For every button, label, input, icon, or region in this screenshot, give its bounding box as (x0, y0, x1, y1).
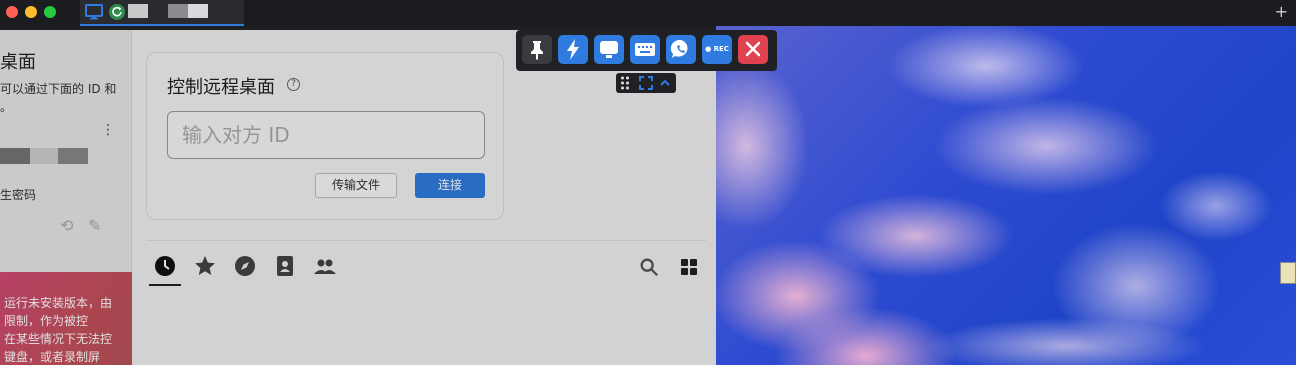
discovered-icon[interactable] (233, 254, 257, 278)
action-button[interactable] (558, 35, 588, 64)
left-panel-description: 可以通过下面的 ID 和 。 (0, 80, 132, 116)
warning-line: 在某些情况下无法控 (4, 332, 113, 346)
description-line: 。 (0, 100, 13, 114)
action-icon (567, 39, 579, 60)
window-titlebar: + (0, 0, 1296, 26)
control-remote-title: 控制远程桌面 (167, 77, 275, 98)
pin-icon (531, 41, 543, 60)
toolbar-handle (616, 73, 676, 93)
search-icon[interactable] (638, 256, 660, 278)
connect-button[interactable]: 连接 (415, 173, 485, 198)
warning-line: 运行未安装版本，由 (4, 296, 113, 310)
more-icon[interactable]: ⋮ (101, 122, 115, 138)
close-icon (745, 41, 761, 57)
remote-app-window: 桌面 可以通过下面的 ID 和 。 ⋮ 生密码 ⟲ ✎ 运行未安装版本，由 限制… (0, 30, 716, 365)
warning-banner: 运行未安装版本，由 限制，作为被控 在某些情况下无法控 键盘，或者录制屏 (0, 272, 132, 365)
refresh-icon[interactable]: ⟲ (60, 216, 73, 235)
display-button[interactable] (594, 35, 624, 64)
session-tab[interactable] (80, 0, 244, 26)
minimize-window-button[interactable] (25, 6, 37, 18)
remote-desktop-wallpaper[interactable] (716, 26, 1296, 365)
close-window-button[interactable] (6, 6, 18, 18)
left-panel: 桌面 可以通过下面的 ID 和 。 ⋮ 生密码 ⟲ ✎ 运行未安装版本，由 限制… (0, 30, 132, 365)
group-icon[interactable] (313, 254, 337, 278)
warning-line: 限制，作为被控 (4, 314, 89, 328)
edit-icon[interactable]: ✎ (88, 216, 101, 235)
help-icon[interactable]: ? (287, 78, 300, 91)
fullscreen-icon[interactable] (639, 76, 653, 90)
display-icon (600, 41, 618, 58)
redacted-id (58, 148, 88, 164)
keyboard-button[interactable] (630, 35, 660, 64)
active-tab-indicator (149, 284, 181, 286)
redacted-tab-text (168, 4, 188, 18)
redacted-tab-text (188, 4, 208, 18)
favorites-icon[interactable] (193, 254, 217, 278)
monitor-icon (85, 4, 103, 20)
redacted-tab-text (128, 4, 148, 18)
desktop-file-icon[interactable] (1280, 262, 1296, 284)
address-book-icon[interactable] (273, 254, 297, 278)
redacted-id (0, 148, 30, 164)
collapse-toolbar-icon[interactable] (659, 77, 671, 89)
session-toolbar: ● REC (516, 30, 777, 71)
recent-sessions-icon[interactable] (153, 254, 177, 278)
description-line: 可以通过下面的 ID 和 (0, 82, 117, 96)
chat-icon (670, 39, 688, 58)
chat-button[interactable] (666, 35, 696, 64)
divider (146, 240, 706, 241)
pin-toolbar-button[interactable] (522, 35, 552, 64)
zoom-window-button[interactable] (44, 6, 56, 18)
grid-view-icon[interactable] (680, 258, 698, 276)
control-remote-card: 控制远程桌面 ? 输入对方 ID 传输文件 连接 (146, 52, 504, 220)
refresh-shield-icon (109, 4, 125, 20)
new-tab-button[interactable]: + (1275, 2, 1288, 21)
warning-line: 键盘，或者录制屏 (4, 350, 101, 364)
file-transfer-button[interactable]: 传输文件 (315, 173, 397, 198)
remote-id-input[interactable]: 输入对方 ID (167, 111, 485, 159)
close-session-button[interactable] (738, 35, 768, 64)
drag-handle-icon[interactable] (620, 76, 630, 90)
keyboard-icon (635, 43, 655, 56)
record-button[interactable]: ● REC (702, 35, 732, 64)
password-label: 生密码 (0, 188, 37, 202)
left-panel-title: 桌面 (0, 52, 36, 73)
redacted-id (30, 148, 58, 164)
record-label: ● REC (705, 45, 729, 53)
